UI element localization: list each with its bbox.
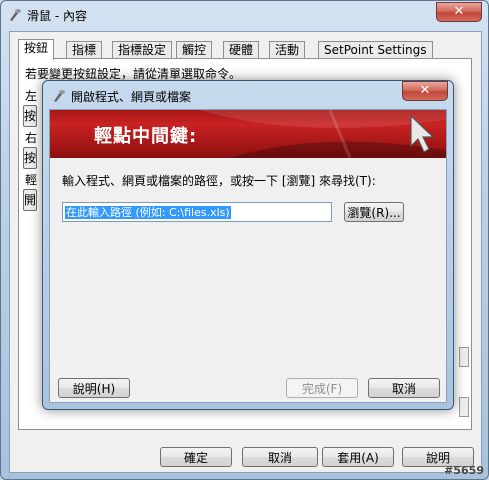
wheel-button-setting[interactable]: 開 [23, 189, 37, 211]
close-button[interactable]: ✕ [436, 2, 482, 22]
dialog-close-button[interactable]: ✕ [402, 81, 448, 101]
tab-touch[interactable]: 觸控 [176, 41, 213, 59]
right-button-label: 右 [25, 131, 38, 145]
hidden-control-edge [459, 347, 469, 367]
window-title: 滑鼠 - 內容 [27, 9, 87, 23]
tab-activity[interactable]: 活動 [269, 41, 306, 59]
browse-button[interactable]: 瀏覽(R)... [344, 202, 404, 222]
apply-button[interactable]: 套用(A) [322, 447, 394, 467]
path-prompt-label: 輸入程式、網頁或檔案的路徑，或按一下 [瀏覽] 來尋找(T): [62, 174, 376, 188]
mouse-icon [51, 88, 67, 104]
right-button-setting[interactable]: 按 [23, 147, 37, 169]
open-program-dialog: 開啟程式、網頁或檔案 ✕ 輕點中間鍵: 輸入程式、網頁或檔案的路徑，或按一下 [… [42, 80, 454, 410]
finish-button[interactable]: 完成(F) [286, 378, 358, 398]
left-button-setting[interactable]: 按 [23, 105, 37, 127]
cancel-button[interactable]: 取消 [242, 447, 318, 467]
tab-pointer[interactable]: 指標 [66, 41, 103, 59]
dialog-help-button[interactable]: 說明(H) [58, 378, 130, 398]
dialog-title: 開啟程式、網頁或檔案 [71, 90, 192, 104]
dialog-cancel-button[interactable]: 取消 [368, 378, 440, 398]
ok-button[interactable]: 確定 [160, 447, 232, 467]
cursor-arrow-icon [410, 114, 435, 153]
title-bar[interactable]: 滑鼠 - 內容 ✕ [1, 1, 488, 29]
tab-setpoint-settings[interactable]: SetPoint Settings [318, 41, 433, 59]
mouse-icon [7, 7, 23, 23]
tab-hardware[interactable]: 硬體 [223, 41, 260, 59]
left-button-label: 左 [25, 89, 38, 103]
dialog-client: 輕點中間鍵: 輸入程式、網頁或檔案的路徑，或按一下 [瀏覽] 來尋找(T): 在… [49, 109, 447, 403]
dialog-banner: 輕點中間鍵: [50, 110, 446, 158]
banner-title: 輕點中間鍵: [94, 126, 198, 147]
path-input-value: 在此輸入路徑 (例如: C:\files.xls) [65, 206, 231, 219]
hidden-control-edge [459, 397, 469, 417]
watermark: #5659 [444, 464, 484, 477]
tab-pointer-options[interactable]: 指標設定 [112, 41, 173, 59]
tab-buttons[interactable]: 按鈕 [18, 39, 55, 60]
wheel-button-label: 輕 [25, 173, 38, 187]
path-input[interactable]: 在此輸入路徑 (例如: C:\files.xls) [62, 202, 332, 222]
